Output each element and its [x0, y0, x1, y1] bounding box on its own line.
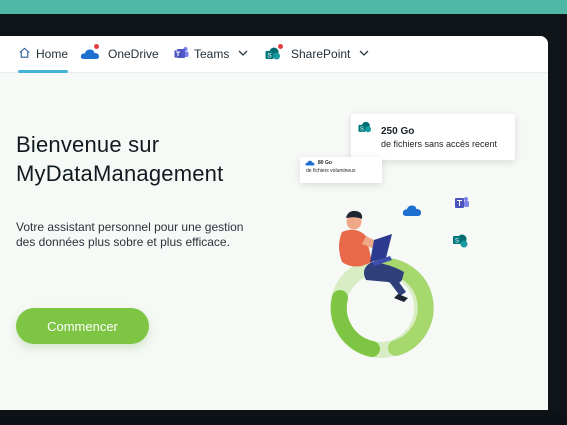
svg-text:S: S	[360, 127, 364, 133]
app-window: Home OneDrive Teams S SharePoint Bienven…	[0, 36, 548, 410]
large-files-label: de fichiers volumineux	[306, 168, 356, 174]
sharepoint-icon: S	[453, 234, 468, 248]
top-accent-strip	[0, 0, 567, 14]
onedrive-icon	[402, 205, 421, 216]
teams-icon	[455, 197, 469, 208]
no-access-files-card: S 250 Go de fichiers sans accès recent	[351, 114, 515, 160]
large-files-card: 80 Go de fichiers volumineux	[300, 157, 382, 183]
bottom-bar	[0, 410, 567, 425]
sharepoint-icon: S	[358, 121, 372, 133]
no-access-files-label: de fichiers sans accès recent	[381, 139, 498, 149]
hero-illustration: S	[330, 197, 469, 358]
large-files-value: 80 Go	[318, 160, 332, 166]
onedrive-icon	[305, 160, 315, 166]
no-access-files-value: 250 Go	[381, 126, 415, 137]
svg-text:S: S	[455, 239, 459, 245]
